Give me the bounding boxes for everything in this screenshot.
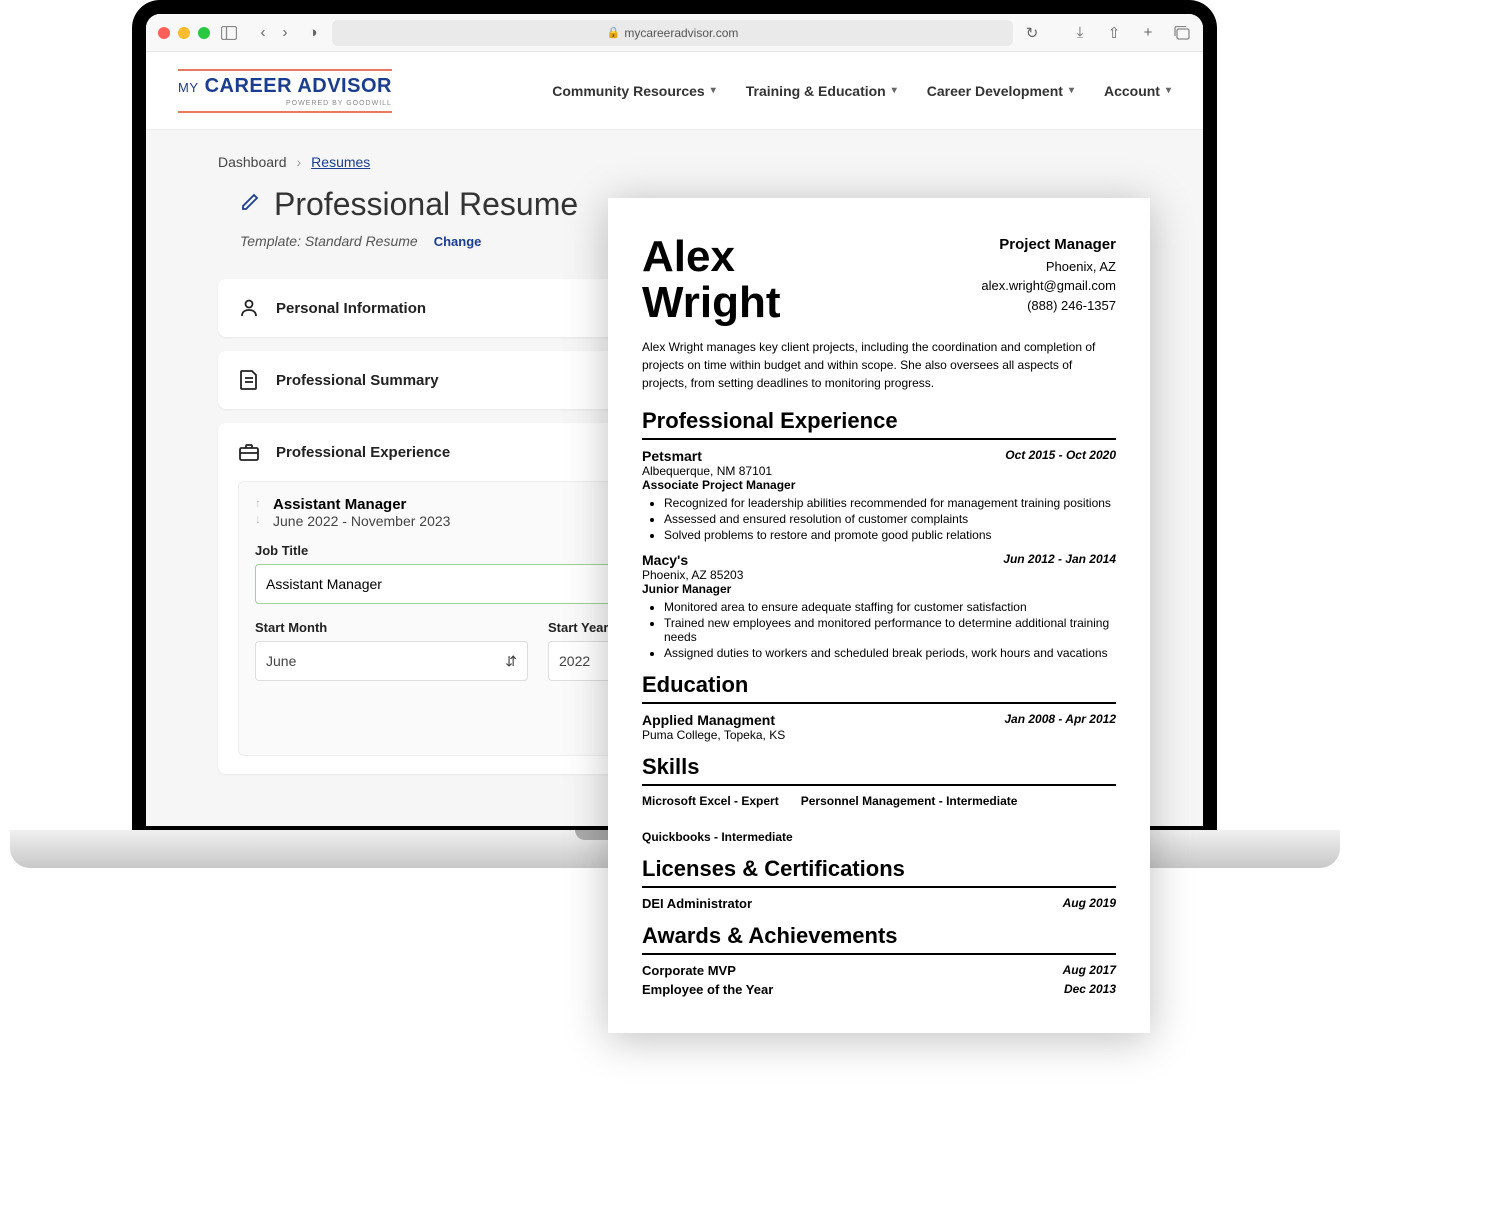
share-icon[interactable]: ⇧ — [1105, 24, 1123, 42]
template-label: Template: Standard Resume — [240, 233, 418, 249]
select-caret-icon: ⇵ — [505, 653, 517, 670]
address-bar[interactable]: 🔒 mycareeradvisor.com — [332, 20, 1013, 46]
shield-icon[interactable]: ◑ — [304, 24, 322, 42]
change-template-link[interactable]: Change — [434, 234, 482, 249]
chevron-right-icon: › — [297, 154, 302, 170]
reload-icon[interactable]: ↻ — [1023, 24, 1041, 42]
section-title: Professional Summary — [276, 372, 439, 389]
nav-arrows: ‹ › — [254, 24, 294, 42]
resume-contact: Project Manager Phoenix, AZ alex.wright@… — [981, 234, 1116, 315]
breadcrumb: Dashboard › Resumes — [218, 154, 1131, 170]
person-icon — [238, 297, 260, 319]
briefcase-icon — [238, 441, 260, 463]
arrow-down-icon: ↓ — [255, 512, 261, 526]
chevron-down-icon: ▾ — [1166, 85, 1171, 96]
logo-main: CAREER ADVISOR — [205, 75, 392, 97]
nav-career-development[interactable]: Career Development▾ — [927, 83, 1074, 99]
download-icon[interactable]: ⤓ — [1071, 24, 1089, 42]
resume-section-skills: Skills — [642, 754, 1116, 786]
reorder-handle[interactable]: ↑ ↓ — [255, 496, 261, 526]
resume-preview: Alex Wright Project Manager Phoenix, AZ … — [608, 198, 1150, 1033]
resume-section-experience: Professional Experience — [642, 408, 1116, 440]
start-month-label: Start Month — [255, 620, 528, 635]
section-title: Professional Experience — [276, 444, 450, 461]
breadcrumb-current[interactable]: Resumes — [311, 154, 370, 170]
resume-header: Alex Wright Project Manager Phoenix, AZ … — [642, 234, 1116, 326]
tabs-icon[interactable] — [1173, 24, 1191, 42]
nav-account[interactable]: Account▾ — [1104, 83, 1171, 99]
logo-prefix: MY — [178, 80, 199, 95]
document-icon — [238, 369, 260, 391]
browser-toolbar: ‹ › ◑ 🔒 mycareeradvisor.com ↻ ⤓ ⇧ + — [146, 14, 1203, 52]
resume-email: alex.wright@gmail.com — [981, 276, 1116, 296]
minimize-window-button[interactable] — [178, 27, 190, 39]
resume-summary: Alex Wright manages key client projects,… — [642, 338, 1116, 392]
resume-job: Macy'sJun 2012 - Jan 2014 Phoenix, AZ 85… — [642, 552, 1116, 660]
resume-bullets: Recognized for leadership abilities reco… — [642, 496, 1116, 542]
resume-section-education: Education — [642, 672, 1116, 704]
main-nav: Community Resources▾ Training & Educatio… — [552, 83, 1171, 99]
resume-award-row: Corporate MVPAug 2017 — [642, 963, 1116, 978]
resume-job: PetsmartOct 2015 - Oct 2020 Albequerque,… — [642, 448, 1116, 542]
resume-role: Project Manager — [981, 234, 1116, 257]
start-month-select[interactable]: June ⇵ — [255, 641, 528, 681]
resume-section-awards: Awards & Achievements — [642, 923, 1116, 955]
window-controls — [158, 27, 210, 39]
entry-title: Assistant Manager — [273, 496, 450, 513]
resume-section-licenses: Licenses & Certifications — [642, 856, 1116, 888]
resume-license-row: DEI AdministratorAug 2019 — [642, 896, 1116, 911]
section-title: Personal Information — [276, 300, 426, 317]
resume-phone: (888) 246-1357 — [981, 296, 1116, 316]
nav-community-resources[interactable]: Community Resources▾ — [552, 83, 716, 99]
breadcrumb-root[interactable]: Dashboard — [218, 154, 287, 170]
logo-subtitle: POWERED BY GOODWILL — [178, 100, 392, 107]
resume-award-row: Employee of the YearDec 2013 — [642, 982, 1116, 997]
back-button[interactable]: ‹ — [254, 24, 272, 42]
resume-name: Alex Wright — [642, 234, 781, 326]
nav-training-education[interactable]: Training & Education▾ — [746, 83, 897, 99]
browser-right-icons: ⤓ ⇧ + — [1071, 24, 1191, 42]
site-logo[interactable]: MY CAREER ADVISOR POWERED BY GOODWILL — [178, 69, 392, 113]
chevron-down-icon: ▾ — [892, 85, 897, 96]
url-text: mycareeradvisor.com — [624, 26, 738, 40]
maximize-window-button[interactable] — [198, 27, 210, 39]
forward-button[interactable]: › — [276, 24, 294, 42]
entry-dates: June 2022 - November 2023 — [273, 513, 450, 529]
new-tab-icon[interactable]: + — [1139, 24, 1157, 42]
chevron-down-icon: ▾ — [711, 85, 716, 96]
edit-icon[interactable] — [240, 192, 260, 218]
lock-icon: 🔒 — [607, 26, 621, 39]
resume-location: Phoenix, AZ — [981, 257, 1116, 277]
site-header: MY CAREER ADVISOR POWERED BY GOODWILL Co… — [146, 52, 1203, 130]
close-window-button[interactable] — [158, 27, 170, 39]
chevron-down-icon: ▾ — [1069, 85, 1074, 96]
sidebar-toggle-icon[interactable] — [220, 24, 238, 42]
resume-skills: Microsoft Excel - Expert Personnel Manag… — [642, 794, 1116, 844]
arrow-up-icon: ↑ — [255, 496, 261, 510]
resume-bullets: Monitored area to ensure adequate staffi… — [642, 600, 1116, 660]
page-title: Professional Resume — [274, 186, 578, 223]
